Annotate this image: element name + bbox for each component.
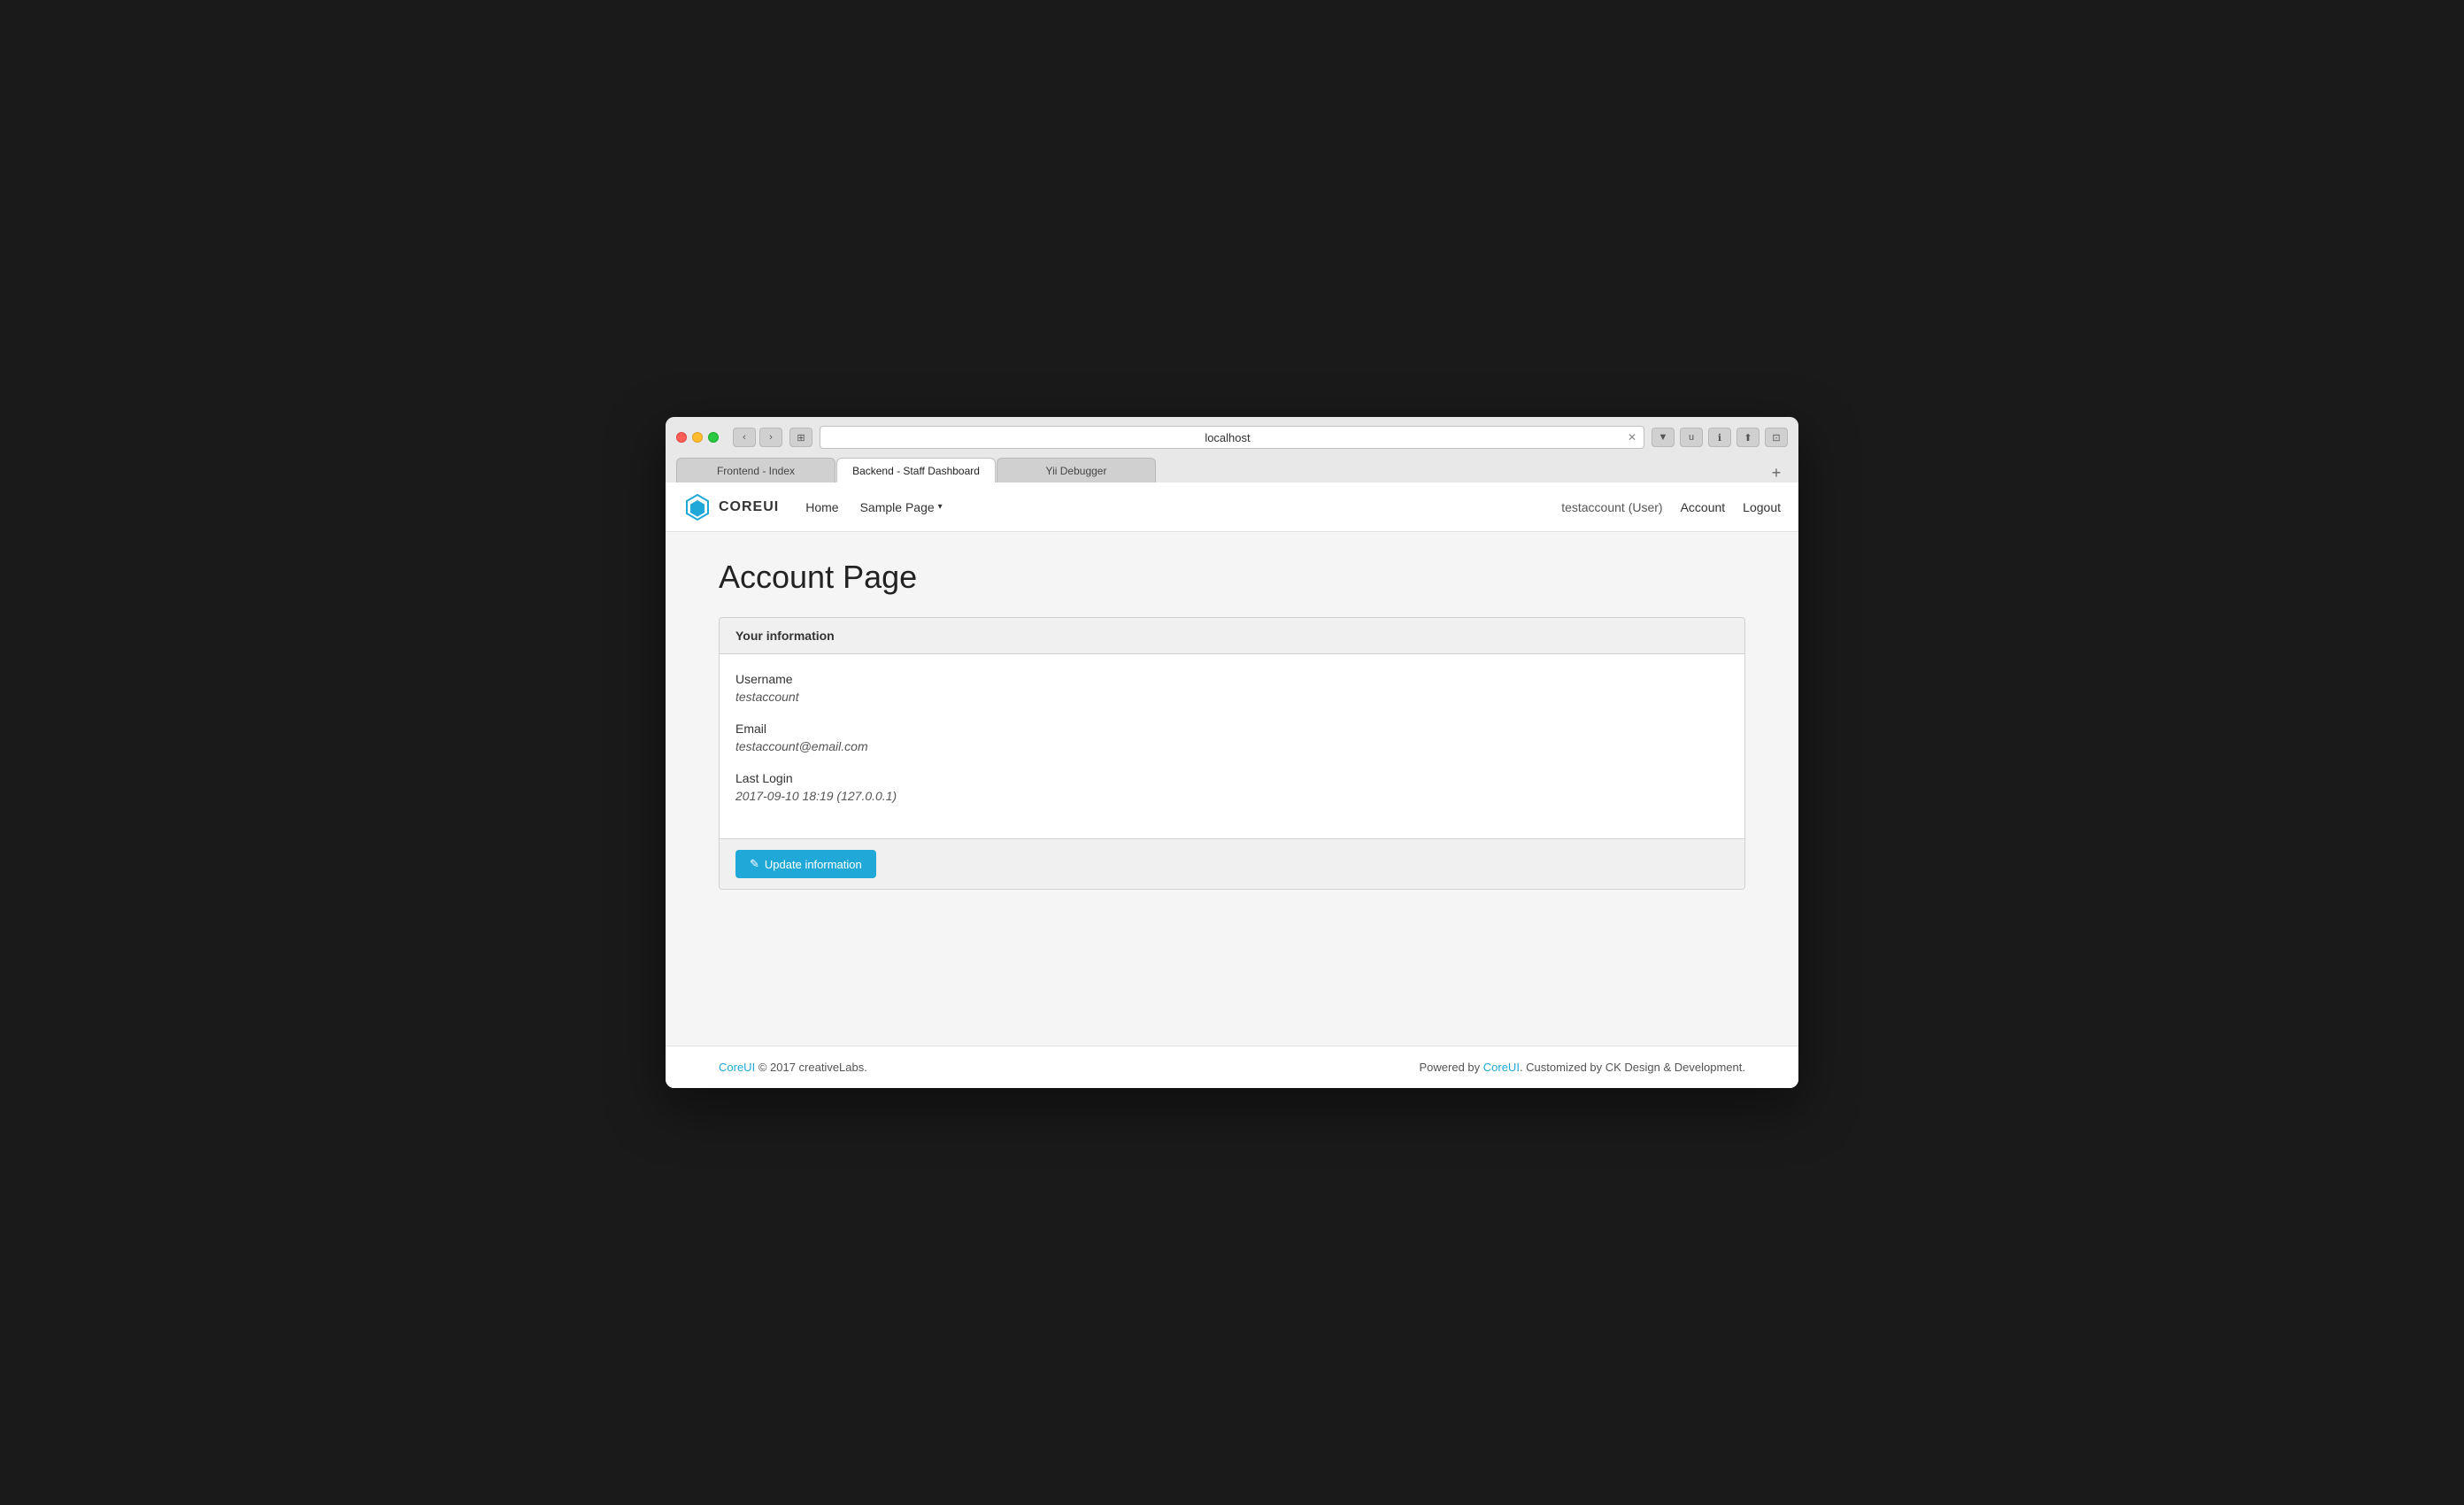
page-title: Account Page [719, 559, 1745, 596]
address-bar[interactable]: localhost ✕ [820, 426, 1644, 449]
account-card: Your information Username testaccount Em… [719, 617, 1745, 890]
nav-home[interactable]: Home [805, 500, 838, 514]
nav-username: testaccount (User) [1561, 500, 1662, 514]
email-value: testaccount@email.com [735, 739, 1729, 753]
traffic-lights [676, 432, 719, 443]
footer-left-text: © 2017 creativeLabs. [758, 1061, 867, 1074]
nav-sample-page[interactable]: Sample Page ▾ [860, 500, 943, 514]
info-button[interactable]: ℹ [1708, 428, 1731, 447]
address-bar-row: localhost ✕ [820, 426, 1644, 449]
email-label: Email [735, 722, 1729, 736]
add-tab-button[interactable]: + [1765, 463, 1788, 482]
nav-logout-link[interactable]: Logout [1743, 500, 1781, 514]
footer-coreui-link-right[interactable]: CoreUI [1483, 1061, 1520, 1074]
main-content: Account Page Your information Username t… [666, 532, 1798, 1046]
footer-powered-by: Powered by [1419, 1061, 1482, 1074]
tab-layout-button[interactable]: ⊞ [789, 428, 812, 447]
email-field: Email testaccount@email.com [735, 722, 1729, 753]
last-login-label: Last Login [735, 771, 1729, 785]
username-field: Username testaccount [735, 672, 1729, 704]
page-footer: CoreUI © 2017 creativeLabs. Powered by C… [666, 1046, 1798, 1088]
footer-right-text: . Customized by CK Design & Development. [1520, 1061, 1745, 1074]
share-button[interactable]: ⬆ [1736, 428, 1759, 447]
minimize-button[interactable] [692, 432, 703, 443]
pocket-button[interactable]: ▼ [1652, 428, 1675, 447]
browser-chrome: ‹ › ⊞ localhost ✕ ▼ u ℹ ⬆ ⊡ Frontend - I… [666, 417, 1798, 482]
navbar: COREUI Home Sample Page ▾ testaccount (U… [666, 482, 1798, 532]
page-content: COREUI Home Sample Page ▾ testaccount (U… [666, 482, 1798, 1088]
nav-account-link[interactable]: Account [1681, 500, 1726, 514]
tabs-bar: Frontend - Index Backend - Staff Dashboa… [676, 458, 1788, 482]
back-button[interactable]: ‹ [733, 428, 756, 447]
footer-right: Powered by CoreUI. Customized by CK Desi… [1419, 1061, 1745, 1074]
nav-links: Home Sample Page ▾ [805, 500, 1561, 514]
card-body: Username testaccount Email testaccount@e… [720, 654, 1744, 838]
sidebar-button[interactable]: ⊡ [1765, 428, 1788, 447]
browser-window: ‹ › ⊞ localhost ✕ ▼ u ℹ ⬆ ⊡ Frontend - I… [666, 417, 1798, 1088]
address-text: localhost [828, 431, 1628, 444]
reader-button[interactable]: u [1680, 428, 1703, 447]
logo-text: COREUI [719, 499, 779, 515]
card-header: Your information [720, 618, 1744, 654]
last-login-value: 2017-09-10 18:19 (127.0.0.1) [735, 789, 1729, 803]
logo: COREUI [683, 493, 779, 521]
username-label: Username [735, 672, 1729, 686]
card-footer: Update information [720, 838, 1744, 889]
dropdown-caret: ▾ [938, 502, 943, 512]
forward-button[interactable]: › [759, 428, 782, 447]
card-header-title: Your information [735, 629, 835, 643]
tab-debugger[interactable]: Yii Debugger [997, 458, 1156, 482]
address-clear[interactable]: ✕ [1628, 431, 1636, 444]
footer-left: CoreUI © 2017 creativeLabs. [719, 1061, 867, 1074]
update-information-button[interactable]: Update information [735, 850, 876, 878]
edit-icon [750, 857, 759, 871]
last-login-field: Last Login 2017-09-10 18:19 (127.0.0.1) [735, 771, 1729, 803]
close-button[interactable] [676, 432, 687, 443]
nav-right: testaccount (User) Account Logout [1561, 500, 1781, 514]
nav-buttons: ‹ › [733, 428, 782, 447]
browser-titlebar: ‹ › ⊞ localhost ✕ ▼ u ℹ ⬆ ⊡ [676, 426, 1788, 449]
browser-actions: ▼ u ℹ ⬆ ⊡ [1652, 428, 1788, 447]
username-value: testaccount [735, 690, 1729, 704]
footer-coreui-link-left[interactable]: CoreUI [719, 1061, 755, 1074]
logo-icon [683, 493, 712, 521]
tab-backend[interactable]: Backend - Staff Dashboard [836, 458, 996, 482]
fullscreen-button[interactable] [708, 432, 719, 443]
tab-frontend[interactable]: Frontend - Index [676, 458, 835, 482]
